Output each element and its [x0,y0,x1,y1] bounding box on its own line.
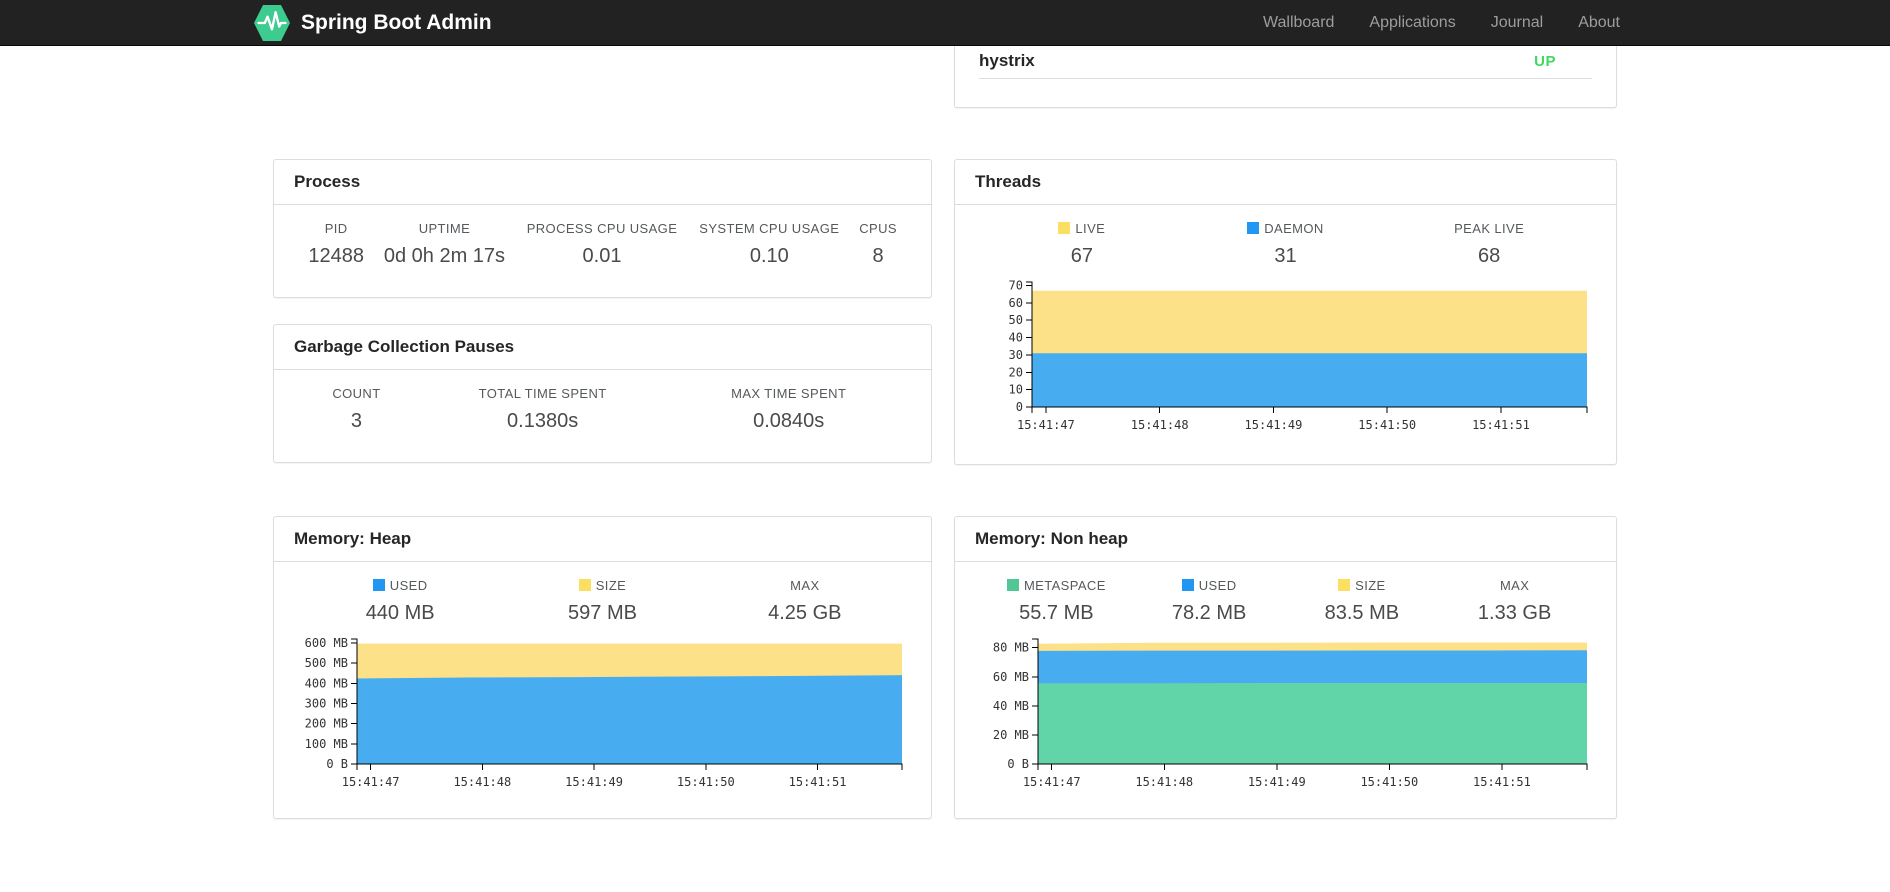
stat-heap-max: MAX 4.25 GB [768,578,842,624]
svg-text:15:41:47: 15:41:47 [1023,775,1081,789]
svg-text:15:41:48: 15:41:48 [453,775,511,789]
svg-text:20: 20 [1009,365,1023,379]
svg-text:600 MB: 600 MB [305,636,348,650]
threads-panel: Threads LIVE 67 DAEMON 31 PEAK LIVE 68 0… [954,159,1617,465]
left-column: Process PID 12488 UPTIME 0d 0h 2m 17s PR… [273,159,932,463]
stat-heap-size: SIZE 597 MB [568,578,637,624]
stat-gc-max-time: MAX TIME SPENT 0.0840s [731,386,847,432]
stat-threads-live: LIVE 67 [980,221,1184,268]
svg-text:15:41:49: 15:41:49 [565,775,623,789]
panel-title-process: Process [274,160,931,205]
nav-item-applications[interactable]: Applications [1369,14,1455,32]
panel-title-memory-nonheap: Memory: Non heap [955,517,1616,562]
svg-text:30: 30 [1009,348,1023,362]
stat-nonheap-used: USED 78.2 MB [1171,578,1247,624]
nav-item-journal[interactable]: Journal [1491,14,1543,32]
stat-nonheap-size: SIZE 83.5 MB [1324,578,1400,624]
legend-swatch-used-icon [372,579,385,591]
stat-threads-daemon: DAEMON 31 [1184,221,1388,268]
legend-swatch-metaspace-icon [1006,579,1019,591]
top-navbar: Spring Boot Admin Wallboard Applications… [0,0,1890,46]
nav-item-about[interactable]: About [1578,14,1620,32]
svg-text:500 MB: 500 MB [305,656,348,670]
process-panel: Process PID 12488 UPTIME 0d 0h 2m 17s PR… [273,159,932,298]
svg-text:15:41:51: 15:41:51 [1473,775,1531,789]
svg-text:60: 60 [1009,296,1023,310]
svg-text:15:41:51: 15:41:51 [1472,418,1530,432]
svg-text:300 MB: 300 MB [305,697,348,711]
svg-text:15:41:48: 15:41:48 [1135,775,1193,789]
nav-item-wallboard[interactable]: Wallboard [1263,14,1334,32]
status-badge: UP [1534,53,1556,70]
panel-title-gc: Garbage Collection Pauses [274,325,931,370]
stat-gc-count: COUNT 3 [332,386,381,432]
stat-uptime: UPTIME 0d 0h 2m 17s [383,221,506,267]
svg-text:15:41:51: 15:41:51 [789,775,847,789]
svg-text:15:41:50: 15:41:50 [1358,418,1416,432]
process-stats: PID 12488 UPTIME 0d 0h 2m 17s PROCESS CP… [299,221,906,268]
brand-link[interactable]: Spring Boot Admin [254,3,492,43]
svg-text:0: 0 [1016,400,1023,414]
stat-threads-peak-live: PEAK LIVE 68 [1454,221,1525,267]
stat-nonheap-metaspace: METASPACE 55.7 MB [980,578,1133,625]
svg-text:50: 50 [1009,313,1023,327]
legend-swatch-daemon-icon [1247,222,1260,234]
memory-nonheap-chart: 0 B 20 MB 40 MB 60 MB 80 MB 15:41:47 15:41:48 1… [993,638,1588,789]
svg-text:100 MB: 100 MB [305,737,348,751]
stat-gc-total-time: TOTAL TIME SPENT 0.1380s [478,386,607,432]
memory-heap-chart: 0 B 100 MB 200 MB 300 MB 400 MB 500 MB 600 MB 1… [305,636,903,789]
gc-panel: Garbage Collection Pauses COUNT 3 TOTAL … [273,324,932,463]
svg-text:60 MB: 60 MB [993,670,1029,684]
brand-title: Spring Boot Admin [301,10,492,34]
memory-nonheap-stats: METASPACE 55.7 MB USED 78.2 MB SIZE 83.5… [980,578,1591,625]
memory-heap-panel: Memory: Heap USED 440 MB SIZE 597 MB MAX… [273,516,932,819]
svg-text:70: 70 [1009,278,1023,292]
health-panel: hystrix UP [954,46,1617,108]
svg-text:0 B: 0 B [1007,757,1029,771]
svg-text:80 MB: 80 MB [993,641,1029,655]
legend-swatch-used-icon [1181,579,1194,591]
threads-chart: 0 10 20 30 40 50 60 70 15:41:47 15:41:48 15:41:49 1… [1009,278,1588,432]
svg-text:0 B: 0 B [326,757,348,771]
stat-system-cpu-usage: SYSTEM CPU USAGE 0.10 [699,221,840,267]
svg-text:20 MB: 20 MB [993,728,1029,742]
memory-nonheap-panel: Memory: Non heap METASPACE 55.7 MB USED … [954,516,1617,819]
legend-swatch-size-icon [1338,579,1351,591]
svg-text:10: 10 [1009,383,1023,397]
health-service-name: hystrix [979,51,1035,70]
legend-swatch-size-icon [578,579,591,591]
svg-text:40 MB: 40 MB [993,699,1029,713]
svg-text:200 MB: 200 MB [305,717,348,731]
svg-text:15:41:50: 15:41:50 [677,775,735,789]
panel-title-threads: Threads [955,160,1616,205]
svg-text:15:41:49: 15:41:49 [1248,775,1306,789]
legend-swatch-live-icon [1058,222,1071,234]
pulse-hexagon-icon [254,3,290,43]
stat-pid: PID 12488 [308,221,364,267]
gc-stats: COUNT 3 TOTAL TIME SPENT 0.1380s MAX TIM… [299,386,906,433]
memory-heap-stats: USED 440 MB SIZE 597 MB MAX 4.25 GB [299,578,906,625]
svg-text:40: 40 [1009,331,1023,345]
svg-text:15:41:47: 15:41:47 [1017,418,1075,432]
svg-text:15:41:49: 15:41:49 [1245,418,1303,432]
stat-nonheap-max: MAX 1.33 GB [1477,578,1552,624]
navbar-links: Wallboard Applications Journal About [1228,14,1620,32]
panel-title-memory-heap: Memory: Heap [274,517,931,562]
svg-text:15:41:48: 15:41:48 [1131,418,1189,432]
health-row-hystrix: hystrix UP [979,46,1592,79]
stat-cpus: CPUS 8 [859,221,897,267]
svg-text:15:41:50: 15:41:50 [1360,775,1418,789]
threads-stats: LIVE 67 DAEMON 31 PEAK LIVE 68 [980,221,1591,268]
svg-text:15:41:47: 15:41:47 [342,775,400,789]
stat-heap-used: USED 440 MB [365,578,435,624]
stat-process-cpu-usage: PROCESS CPU USAGE 0.01 [526,221,678,267]
svg-text:400 MB: 400 MB [305,676,348,690]
